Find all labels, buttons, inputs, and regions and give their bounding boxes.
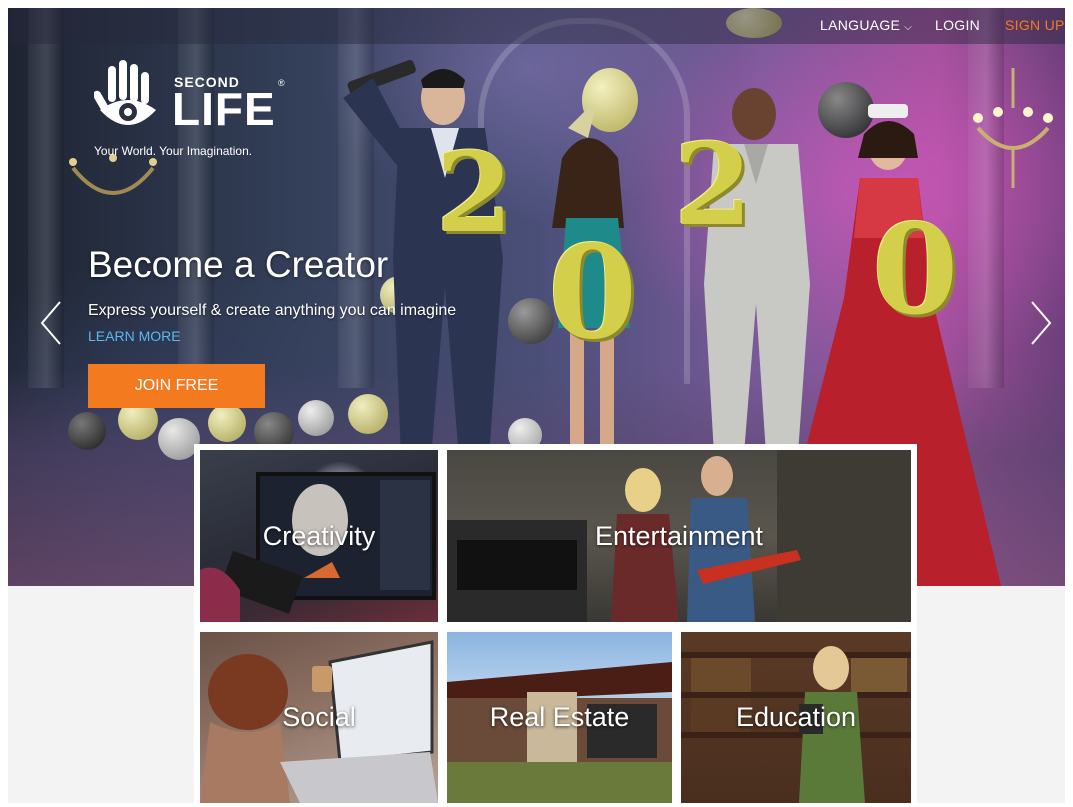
year-digit: 2 (674, 120, 752, 251)
year-digit: 2 (436, 128, 513, 257)
logo-wordmark-main: LIFE (172, 83, 276, 135)
tile-entertainment[interactable]: Entertainment (447, 450, 911, 622)
login-link[interactable]: LOGIN (935, 17, 980, 33)
top-nav: LANGUAGE ⌵ LOGIN SIGN UP (8, 8, 1065, 44)
chevron-down-icon: ⌵ (904, 22, 913, 33)
year-digit: 0 (872, 198, 959, 343)
tile-label: Social (282, 702, 356, 732)
chevron-right-icon[interactable] (1026, 298, 1056, 348)
learn-more-link[interactable]: LEARN MORE (88, 328, 181, 344)
tile-label: Real Estate (489, 702, 630, 732)
signup-link[interactable]: SIGN UP (1005, 17, 1065, 33)
year-digit: 0 (548, 218, 638, 368)
language-label: LANGUAGE (820, 17, 901, 33)
language-dropdown[interactable]: LANGUAGE ⌵ (820, 17, 912, 33)
tile-label: Creativity (262, 520, 376, 551)
category-tiles: Creativity Entertainment Social Real Est… (194, 444, 917, 803)
chevron-left-icon[interactable] (36, 298, 66, 348)
second-life-logo[interactable]: SECOND LIFE ® Your World. Your Imaginati… (94, 60, 294, 170)
tile-real-estate[interactable]: Real Estate (447, 632, 672, 803)
tile-label: Education (735, 702, 857, 732)
hero-title: Become a Creator (88, 244, 389, 285)
page-frame: 2 0 2 0 LANGUAGE ⌵ LOGIN SIGN UP SECOND L… (8, 8, 1065, 803)
balloon (68, 412, 106, 450)
balloon (208, 404, 246, 442)
hand-eye-logo-icon (94, 60, 156, 125)
join-free-button[interactable]: JOIN FREE (88, 364, 265, 408)
tile-label: Entertainment (594, 520, 764, 551)
tile-education[interactable]: Education (681, 632, 911, 803)
logo-tagline: Your World. Your Imagination. (94, 144, 253, 158)
hero-subtitle: Express yourself & create anything you c… (88, 302, 457, 319)
registered-mark: ® (278, 78, 285, 88)
tile-social[interactable]: Social (200, 632, 438, 803)
tile-creativity[interactable]: Creativity (200, 450, 438, 622)
